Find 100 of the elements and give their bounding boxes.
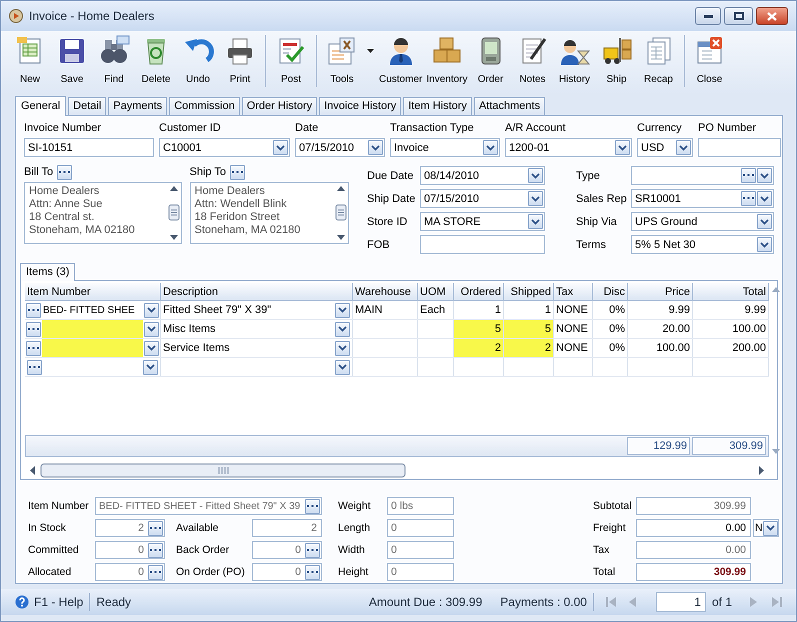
table-cell[interactable]: Misc Items — [163, 323, 333, 335]
dropdown-field[interactable]: 1200-01 — [505, 138, 632, 157]
tab[interactable]: Items (3) — [20, 263, 76, 281]
dropdown-field[interactable]: 07/15/2010 — [420, 189, 545, 208]
field-label: Length — [337, 522, 372, 534]
column-header[interactable]: Item Number — [25, 283, 161, 300]
field-label: Invoice Number — [24, 122, 102, 136]
address-line: Attn: Wendell Blink — [194, 198, 288, 211]
column-header[interactable]: Description — [161, 283, 353, 300]
address-box[interactable]: Home Dealers Attn: Anne Sue 18 Central st. Stoneham, MA 02180 — [24, 182, 182, 244]
tab[interactable]: Payments — [108, 97, 168, 115]
field-label: Total — [592, 566, 616, 578]
toolbar-button[interactable]: Inventory — [424, 33, 470, 88]
dropdown-field[interactable]: USD — [637, 138, 693, 157]
column-header[interactable]: Ordered — [454, 283, 504, 300]
address-line: 18 Central st. — [29, 211, 96, 224]
toolbar-button[interactable]: Recap — [638, 33, 680, 88]
table-cell: 0% — [593, 339, 628, 357]
field-label: Ship Via — [576, 216, 618, 228]
column-header[interactable]: Tax — [554, 283, 593, 300]
dropdown-field[interactable]: MA STORE — [420, 212, 545, 231]
field-label: Available — [175, 522, 220, 534]
toolbar-button[interactable]: History — [554, 33, 596, 88]
lookup-field[interactable]: 0 — [95, 541, 165, 559]
tab[interactable]: Order History — [242, 97, 318, 115]
column-header[interactable]: Warehouse — [353, 283, 418, 300]
tab[interactable]: Attachments — [474, 97, 546, 115]
toolbar-button[interactable]: Save — [51, 33, 93, 88]
toolbar-button[interactable]: New — [9, 33, 51, 88]
page-count: of 1 — [712, 595, 732, 609]
address-line: Attn: Anne Sue — [29, 198, 104, 211]
field-label: Height — [337, 566, 370, 578]
dropdown-field[interactable]: 07/15/2010 — [295, 138, 385, 157]
field-label: PO Number — [698, 122, 758, 136]
field-label: On Order (PO) — [175, 566, 246, 578]
window-title: Invoice - Home Dealers — [29, 9, 156, 23]
text-field[interactable]: 0.00 — [636, 541, 751, 559]
help-link[interactable]: F1 - Help — [34, 595, 84, 609]
field-label: Terms — [576, 238, 607, 250]
toolbar-button[interactable]: Post — [270, 33, 312, 88]
text-field[interactable]: 0 — [387, 519, 454, 537]
tab[interactable]: General — [15, 96, 66, 116]
column-header[interactable]: UOM — [418, 283, 454, 300]
lookup-field[interactable]: SR10001 — [631, 189, 774, 208]
field-label: A/R Account — [505, 122, 567, 136]
field-label: Ship Date — [367, 192, 416, 204]
column-header[interactable]: Disc — [593, 283, 628, 300]
toolbar-button[interactable]: Find — [93, 33, 135, 88]
dropdown-field[interactable]: Invoice — [390, 138, 500, 157]
dropdown-field[interactable]: UPS Ground — [631, 212, 774, 231]
page-field[interactable]: 1 — [656, 592, 706, 612]
lookup-field[interactable]: 0 — [252, 541, 322, 559]
text-field[interactable]: 0.00 — [636, 519, 751, 537]
toolbar-button[interactable]: Ship — [596, 33, 638, 88]
toolbar-button[interactable]: Delete — [135, 33, 177, 88]
dropdown-field[interactable]: N — [753, 519, 779, 537]
table-cell: 1 — [454, 301, 504, 319]
table-cell[interactable]: Service Items — [163, 342, 333, 354]
lookup-field[interactable]: 2 — [95, 519, 165, 537]
column-header[interactable]: Shipped — [504, 283, 554, 300]
table-cell: MAIN — [353, 301, 418, 319]
tab[interactable]: Detail — [68, 97, 106, 115]
amount-due-text: Amount Due : 309.99 — [368, 595, 482, 609]
lookup-field[interactable]: 0 — [95, 563, 165, 581]
field-label: Currency — [637, 122, 683, 136]
dropdown-field[interactable]: C10001 — [159, 138, 290, 157]
toolbar-button[interactable]: Customer — [377, 33, 424, 88]
lookup-field[interactable]: 0 — [252, 563, 322, 581]
toolbar-button[interactable]: Print — [219, 33, 261, 88]
table-cell[interactable]: BED- FITTED SHEE — [42, 304, 143, 316]
text-field[interactable]: 0 lbs — [387, 497, 454, 515]
field-label: Committed — [28, 544, 80, 556]
lookup-field[interactable]: BED- FITTED SHEET - Fitted Sheet 79" X 39 — [95, 497, 322, 515]
toolbar-button[interactable]: Tools — [321, 33, 377, 88]
table-cell: 0% — [593, 301, 628, 319]
toolbar-button[interactable]: Order — [470, 33, 512, 88]
text-field[interactable]: 0 — [387, 563, 454, 581]
address-box[interactable]: Home Dealers Attn: Wendell Blink 18 Feridon Street Stoneham, MA 02180 — [190, 182, 349, 244]
column-header[interactable]: Price — [628, 283, 693, 300]
toolbar-button[interactable]: Notes — [512, 33, 554, 88]
column-header[interactable]: Total — [693, 283, 769, 300]
tab[interactable]: Commission — [169, 97, 240, 115]
field-label: Type — [576, 170, 601, 182]
text-field[interactable]: 0 — [387, 541, 454, 559]
dropdown-field[interactable]: 08/14/2010 — [420, 166, 545, 185]
text-field[interactable]: 309.99 — [636, 497, 751, 515]
field-label: Ship To — [190, 166, 226, 178]
dropdown-field[interactable]: 5% 5 Net 30 — [631, 235, 774, 254]
tab[interactable]: Item History — [403, 97, 472, 115]
text-field[interactable]: 309.99 — [636, 563, 751, 581]
address-line: Stoneham, MA 02180 — [194, 224, 302, 237]
field-label: Transaction Type — [390, 122, 475, 136]
text-field[interactable]: SI-10151 — [24, 138, 154, 157]
table-cell[interactable]: Fitted Sheet 79" X 39" — [163, 304, 333, 316]
toolbar-button[interactable]: Undo — [177, 33, 219, 88]
toolbar-button[interactable]: Close — [688, 33, 730, 88]
tab[interactable]: Invoice History — [319, 97, 402, 115]
address-line: Stoneham, MA 02180 — [29, 224, 136, 237]
field-label: Store ID — [367, 216, 408, 228]
text-field[interactable]: 2 — [252, 519, 322, 537]
